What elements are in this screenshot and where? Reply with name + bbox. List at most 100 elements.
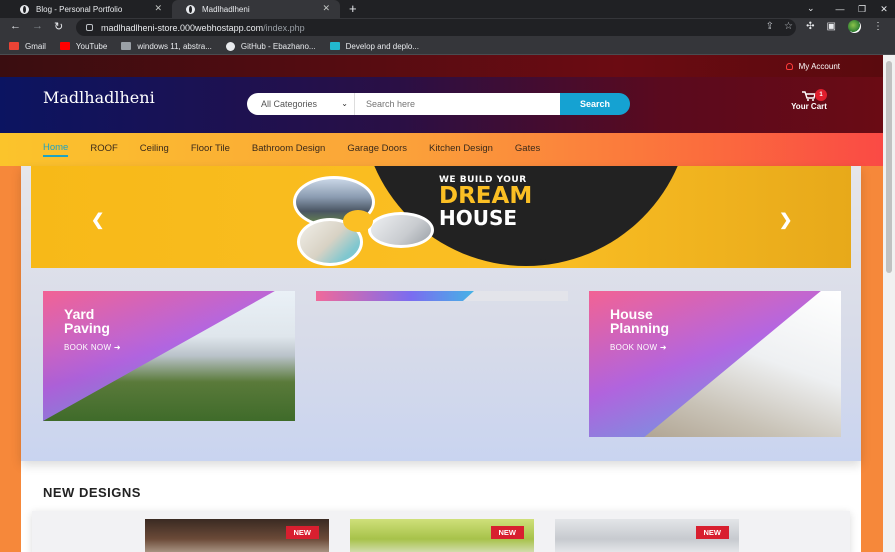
hero-slider: WE BUILD YOUR DREAM HOUSE ☎ ❮ ❯ [31,166,851,268]
card-house-planning[interactable]: House Planning BOOK NOW ➜ [589,291,841,437]
slider-prev-arrow[interactable]: ❮ [91,210,104,230]
chevron-down-icon: ⌄ [341,99,348,108]
design-card[interactable]: NEW [555,519,739,552]
hero-section: WE BUILD YOUR DREAM HOUSE ☎ ❮ ❯ Yard Pavi… [21,166,861,461]
book-now-label: BOOK NOW [610,343,658,352]
hero-line-3: HOUSE [439,206,518,230]
back-icon[interactable]: ← [10,20,21,32]
extensions-puzzle-icon[interactable]: ✣ [806,21,814,32]
bookmark-label: GitHub - Ebazhano... [240,41,316,51]
nav-roof[interactable]: ROOF [90,143,117,156]
card-yard-paving[interactable]: Yard Paving BOOK NOW ➜ [43,291,295,421]
browser-toolbar: ← → ↻ madlhadlheni-store.000webhostapp.c… [0,18,895,38]
bookmark-github[interactable]: GitHub - Ebazhano... [225,41,316,51]
strip-fill [316,291,474,301]
url-host: madlhadlheni-store.000webhostapp.com [101,22,264,33]
cart-count-badge: 1 [815,89,827,101]
reload-icon[interactable]: ↻ [54,20,63,33]
nav-kitchen-design[interactable]: Kitchen Design [429,143,493,156]
card-title-line: Planning [610,320,670,336]
close-icon[interactable]: ✕ [322,3,330,14]
tab-blog[interactable]: Blog - Personal Portfolio ✕ [6,0,172,18]
slider-next-arrow[interactable]: ❯ [779,210,792,230]
globe-icon [186,4,195,14]
code-icon [329,42,340,50]
lock-icon [86,24,93,31]
search-input[interactable] [355,93,560,115]
youtube-icon [59,42,70,50]
close-window-icon[interactable]: ✕ [873,4,895,15]
nav-garage-doors[interactable]: Garage Doors [347,143,407,156]
side-panel-icon[interactable]: ▣ [827,21,836,32]
restore-icon[interactable]: ❐ [851,4,873,15]
main-nav: Home ROOF Ceiling Floor Tile Bathroom De… [0,133,883,166]
share-icon[interactable]: ⇪ [766,21,774,32]
browser-tab-bar: Blog - Personal Portfolio ✕ Madlhadlheni… [0,0,895,18]
bathroom-photo [368,212,434,248]
nav-floor-tile[interactable]: Floor Tile [191,143,230,156]
menu-kebab-icon[interactable]: ⋮ [873,21,883,32]
page-scrollbar[interactable] [883,55,895,552]
design-card[interactable]: NEW [145,519,329,552]
nav-home[interactable]: Home [43,142,69,157]
design-card[interactable]: NEW [350,519,534,552]
bookmark-develop[interactable]: Develop and deplo... [329,41,419,51]
tab-title: Madlhadlheni [202,4,250,14]
profile-avatar[interactable] [848,20,861,33]
tab-madlhadlheni[interactable]: Madlhadlheni ✕ [172,0,340,18]
category-select[interactable]: All Categories ⌄ [247,93,355,115]
cart-link[interactable]: 1 Your Cart [786,89,832,111]
tab-search-icon[interactable]: ⌄ [807,3,815,14]
new-tab-button[interactable]: + [349,1,357,16]
hero-headline: WE BUILD YOUR DREAM HOUSE [439,176,532,230]
nav-gates[interactable]: Gates [515,143,540,156]
bookmark-label: windows 11, abstra... [137,41,212,51]
phone-icon: ☎ [539,259,548,266]
card-title-line: Yard [64,306,95,322]
new-badge: NEW [285,526,319,539]
bookmark-star-icon[interactable]: ☆ [784,21,793,32]
address-bar[interactable]: madlhadlheni-store.000webhostapp.com/ind… [76,19,796,36]
arrow-circle-icon: ➜ [113,343,121,352]
bookmark-label: Develop and deplo... [345,41,419,51]
search-button[interactable]: Search [560,93,630,115]
new-badge: NEW [490,526,524,539]
omnibox-actions: ⇪ ☆ [766,21,793,32]
book-now-link[interactable]: BOOK NOW ➜ [610,343,667,352]
bookmark-windows[interactable]: windows 11, abstra... [121,42,212,51]
image-icon [121,42,132,50]
extension-area: ✣ ▣ ⋮ [806,20,883,33]
site-header: Madlhadlheni All Categories ⌄ Search 1 Y… [0,77,883,133]
close-icon[interactable]: ✕ [154,3,162,14]
category-value: All Categories [261,99,318,109]
bookmarks-bar: Gmail YouTube windows 11, abstra... GitH… [0,38,895,55]
main-content: WE BUILD YOUR DREAM HOUSE ☎ ❮ ❯ Yard Pavi… [21,166,861,552]
cart-icon [802,91,816,101]
minimize-icon[interactable]: — [829,4,851,14]
card-title: Yard Paving [64,307,110,335]
forward-icon[interactable]: → [32,20,43,32]
book-now-link[interactable]: BOOK NOW ➜ [64,343,121,352]
cart-label: Your Cart [791,102,827,111]
bookmark-youtube[interactable]: YouTube [59,42,107,51]
arrow-circle-icon: ➜ [659,343,667,352]
search-form: All Categories ⌄ Search [247,93,630,115]
card-title: House Planning [610,307,669,335]
new-badge: NEW [695,526,729,539]
nav-bathroom-design[interactable]: Bathroom Design [252,143,325,156]
webpage: My Account Madlhadlheni All Categories ⌄… [0,55,883,552]
nav-ceiling[interactable]: Ceiling [140,143,169,156]
bookmark-gmail[interactable]: Gmail [9,42,46,51]
my-account-label: My Account [798,62,840,71]
site-logo[interactable]: Madlhadlheni [43,88,155,107]
scrollbar-thumb[interactable] [886,61,892,273]
user-icon [785,63,793,70]
card-title-line: Paving [64,320,110,336]
tab-title: Blog - Personal Portfolio [36,4,123,14]
globe-icon [20,4,29,14]
top-bar: My Account [0,55,883,77]
my-account-link[interactable]: My Account [785,62,840,71]
gmail-icon [9,42,19,50]
book-now-label: BOOK NOW [64,343,112,352]
section-title-new-designs: NEW DESIGNS [43,485,141,500]
